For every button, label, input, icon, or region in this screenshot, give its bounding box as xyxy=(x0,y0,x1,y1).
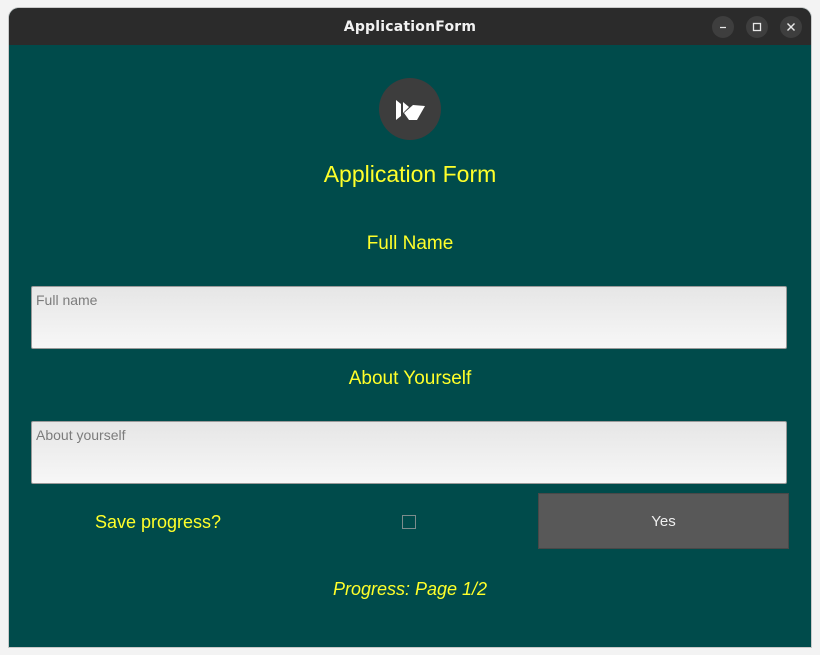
save-progress-checkbox[interactable] xyxy=(402,515,416,529)
title-bar[interactable]: ApplicationForm xyxy=(9,8,811,45)
minimize-button[interactable] xyxy=(712,16,734,38)
close-icon xyxy=(787,23,795,31)
about-yourself-label: About Yourself xyxy=(348,368,472,389)
about-yourself-field[interactable] xyxy=(31,421,787,484)
maximize-button[interactable] xyxy=(746,16,768,38)
close-button[interactable] xyxy=(780,16,802,38)
form-area: Application Form Full Name About Yoursel… xyxy=(9,45,811,647)
yes-button[interactable]: Yes xyxy=(538,493,789,549)
maximize-icon xyxy=(752,22,762,32)
page-title: Application Form xyxy=(323,161,497,187)
app-window: ApplicationForm Application Form Full Na… xyxy=(9,8,811,647)
kivy-logo-icon xyxy=(379,78,441,140)
window-title: ApplicationForm xyxy=(343,18,477,35)
full-name-label: Full Name xyxy=(366,233,454,254)
full-name-field[interactable] xyxy=(31,286,787,349)
minimize-icon xyxy=(720,26,726,29)
save-progress-label: Save progress? xyxy=(95,512,222,532)
progress-indicator: Progress: Page 1/2 xyxy=(332,579,488,599)
